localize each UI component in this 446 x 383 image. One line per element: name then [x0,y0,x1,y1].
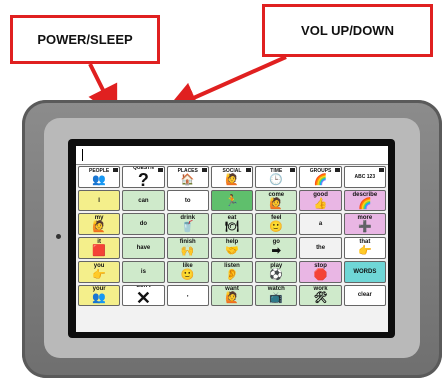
aac-button-don-t[interactable]: don't ✕ [122,284,165,307]
text-cursor [82,149,83,161]
aac-button-more[interactable]: more ➕ [343,213,386,236]
aac-button-label: ABC 123 [354,173,376,180]
aac-button-have[interactable]: have [122,237,165,259]
aac-button-label: , [186,292,189,299]
aac-button-abc-123[interactable]: ABC 123 [343,166,386,188]
aac-button-want[interactable]: want 🙋 [210,284,254,307]
aac-button-groups[interactable]: GROUPS 🌈 [299,166,342,188]
aac-button-can[interactable]: can [122,189,165,212]
play-icon: ⚽ [269,268,284,281]
like-icon: 🙂 [180,268,195,281]
listen-icon: 👂 [225,268,239,281]
want-icon: 🙋 [225,292,239,305]
aac-button-help[interactable]: help 🤝 [210,237,254,259]
volume-label: VOL UP/DOWN [301,23,394,38]
drink-icon: 🥤 [180,221,195,234]
aac-button-come[interactable]: come 🙋 [255,189,298,212]
volume-arrow [165,55,287,113]
aac-button-label: is [140,268,146,275]
aac-button-feel[interactable]: feel 🙂 [255,213,298,236]
question-icon: ? [137,169,149,188]
your-icon: 👥 [92,292,106,305]
aac-button-work[interactable]: work 🛠 [299,284,342,307]
good-icon: 👍 [313,197,328,210]
groups-icon: 🌈 [313,173,328,186]
aac-button-label: the [316,244,326,251]
aac-button-finish[interactable]: finish 🙌 [166,237,209,259]
that-icon: 👉 [357,244,372,257]
aac-button-eat[interactable]: eat 🍽 [210,213,254,236]
aac-button-describe[interactable]: describe 🌈 [343,189,386,212]
eat-icon: 🍽 [225,221,239,234]
aac-screen: PEOPLE 👥 QUESTN? PLACES 🏠 SOCIAL 🙋 TIME 🕒 GROUPS 🌈… [76,146,388,332]
volume-callout: VOL UP/DOWN [262,4,433,57]
aac-button-label: to [184,197,191,204]
more-icon: ➕ [357,221,372,234]
aac-button-listen[interactable]: listen 👂 [210,260,254,283]
my-icon: 🙋 [92,221,106,234]
aac-button-time[interactable]: TIME 🕒 [255,166,298,188]
aac-button-do[interactable]: do [122,213,165,236]
aac-button-is[interactable]: is [122,260,165,283]
aac-button-label: do [139,221,148,228]
vocabulary-grid: PEOPLE 👥 QUESTN? PLACES 🏠 SOCIAL 🙋 TIME 🕒 GROUPS 🌈… [78,166,386,330]
social-icon: 🙋 [225,173,239,186]
aac-button-places[interactable]: PLACES 🏠 [166,166,209,188]
come-icon: 🙋 [269,197,284,210]
aac-button-label: a [318,221,323,228]
aac-button-a[interactable]: a [299,213,342,236]
dont-icon: ✕ [135,288,151,307]
finish-icon: 🙌 [180,244,195,257]
aac-button-you[interactable]: you 👉 [78,260,121,283]
aac-button-like[interactable]: like 🙂 [166,260,209,283]
aac-button--[interactable]: , [166,284,209,307]
work-icon: 🛠 [313,292,328,305]
aac-button-clear[interactable]: clear [343,284,386,307]
aac-button-stop[interactable]: stop 🛑 [299,260,342,283]
action-icon: 🏃 [225,194,239,207]
aac-button-label: can [138,197,149,204]
aac-button-questn[interactable]: QUESTN? [122,166,165,188]
aac-button-watch[interactable]: watch 📺 [255,284,298,307]
aac-button-your[interactable]: your 👥 [78,284,121,307]
aac-button-label: I [98,197,100,204]
aac-button-my[interactable]: my 🙋 [78,213,121,236]
power-arrow [88,63,118,119]
aac-button-the[interactable]: the [299,237,342,259]
places-icon: 🏠 [180,173,195,186]
aac-button-people[interactable]: PEOPLE 👥 [78,166,121,188]
describe-icon: 🌈 [357,197,372,210]
aac-button-blank[interactable]: 🏃 [210,189,254,212]
people-icon: 👥 [92,173,106,186]
camera-dot [56,234,61,239]
clock-icon: 🕒 [269,173,284,186]
aac-button-label: have [136,244,151,251]
aac-button-drink[interactable]: drink 🥤 [166,213,209,236]
watch-icon: 📺 [269,292,284,305]
aac-button-that[interactable]: that 👉 [343,237,386,259]
aac-button-to[interactable]: to [166,189,209,212]
aac-button-i[interactable]: I [78,189,121,212]
aac-button-label: WORDS [353,268,377,275]
aac-button-play[interactable]: play ⚽ [255,260,298,283]
power-sleep-label: POWER/SLEEP [37,32,133,47]
power-sleep-callout: POWER/SLEEP [10,15,160,64]
aac-button-go[interactable]: go ➡ [255,237,298,259]
aac-button-social[interactable]: SOCIAL 🙋 [210,166,254,188]
stop-icon: 🛑 [313,268,328,281]
you-icon: 👉 [92,268,106,281]
aac-button-good[interactable]: good 👍 [299,189,342,212]
message-bar[interactable] [76,146,388,165]
help-icon: 🤝 [225,244,239,257]
aac-button-words[interactable]: WORDS [343,260,386,283]
aac-button-label: clear [357,292,372,299]
it-icon: 🟥 [92,244,106,257]
go-icon: ➡ [271,244,281,257]
feel-icon: 🙂 [269,221,284,234]
aac-button-it[interactable]: it 🟥 [78,237,121,259]
